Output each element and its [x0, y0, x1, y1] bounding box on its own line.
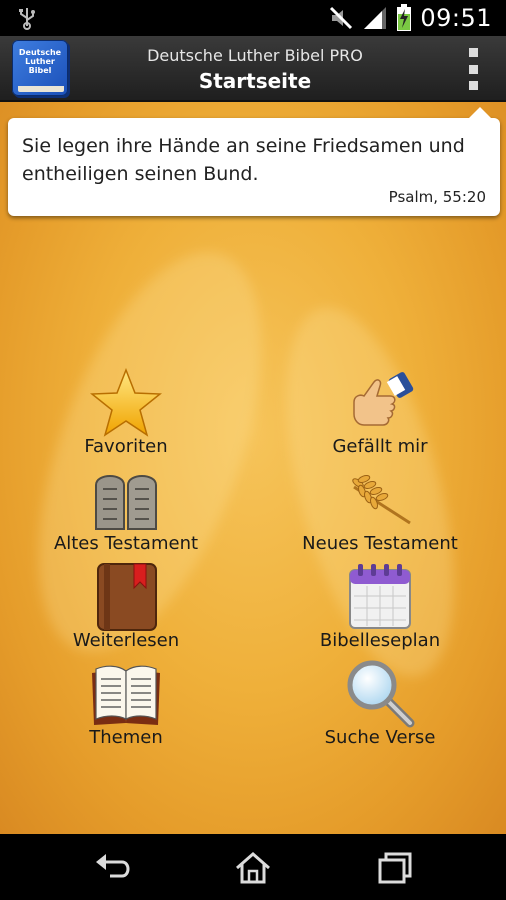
- star-icon: [90, 368, 162, 437]
- menu-item-suche-verse[interactable]: Suche Verse: [260, 659, 500, 755]
- recent-apps-icon[interactable]: [372, 848, 416, 888]
- menu-item-altes-testament[interactable]: Altes Testament: [6, 465, 246, 561]
- menu-label: Favoriten: [84, 436, 168, 457]
- app-logo[interactable]: Deutsche Luther Bibel: [12, 40, 68, 96]
- menu-item-gefaellt-mir[interactable]: Gefällt mir: [260, 368, 500, 464]
- battery-charging-icon: [397, 4, 412, 31]
- menu-item-neues-testament[interactable]: Neues Testament: [260, 465, 500, 561]
- callout-tail: [468, 107, 492, 119]
- verse-reference: Psalm, 55:20: [388, 188, 486, 206]
- bookmark-book-icon: [97, 563, 157, 631]
- menu-item-bibelleseplan[interactable]: Bibelleseplan: [260, 562, 500, 658]
- verse-of-the-day-card[interactable]: Sie legen ihre Hände an seine Friedsamen…: [8, 107, 500, 216]
- magnifier-icon: [347, 660, 415, 728]
- menu-label: Suche Verse: [324, 727, 436, 748]
- mute-icon: [330, 6, 353, 30]
- main-content: Sie legen ihre Hände an seine Friedsamen…: [0, 102, 506, 834]
- stone-tablets-icon: [95, 475, 157, 530]
- back-icon[interactable]: [92, 848, 136, 888]
- verse-text: Sie legen ihre Hände an seine Friedsamen…: [22, 135, 465, 185]
- overflow-menu-icon[interactable]: [466, 48, 480, 90]
- menu-item-favoriten[interactable]: Favoriten: [6, 368, 246, 464]
- clock: 09:51: [420, 4, 492, 32]
- menu-label: Bibelleseplan: [319, 630, 441, 651]
- usb-icon: [19, 8, 35, 30]
- open-book-icon: [92, 665, 160, 725]
- status-bar: 09:51: [0, 0, 506, 36]
- app-logo-text: Deutsche Luther Bibel: [18, 48, 62, 75]
- menu-label: Weiterlesen: [72, 630, 180, 651]
- thumbs-up-icon: [353, 372, 414, 426]
- action-bar: Deutsche Luther Bibel Deutsche Luther Bi…: [0, 36, 506, 102]
- menu-label: Gefällt mir: [332, 436, 428, 457]
- menu-label: Neues Testament: [302, 533, 458, 554]
- signal-icon: [364, 7, 387, 29]
- page-title: Startseite: [198, 69, 312, 93]
- navigation-bar: [0, 834, 506, 900]
- menu-item-weiterlesen[interactable]: Weiterlesen: [6, 562, 246, 658]
- menu-item-themen[interactable]: Themen: [6, 659, 246, 755]
- menu-label: Themen: [89, 727, 163, 748]
- app-subtitle: Deutsche Luther Bibel PRO: [147, 46, 363, 65]
- book-pages: [18, 86, 64, 92]
- home-icon[interactable]: [231, 848, 275, 888]
- calendar-icon: [349, 564, 411, 629]
- wheat-icon: [352, 475, 411, 525]
- menu-label: Altes Testament: [53, 533, 199, 554]
